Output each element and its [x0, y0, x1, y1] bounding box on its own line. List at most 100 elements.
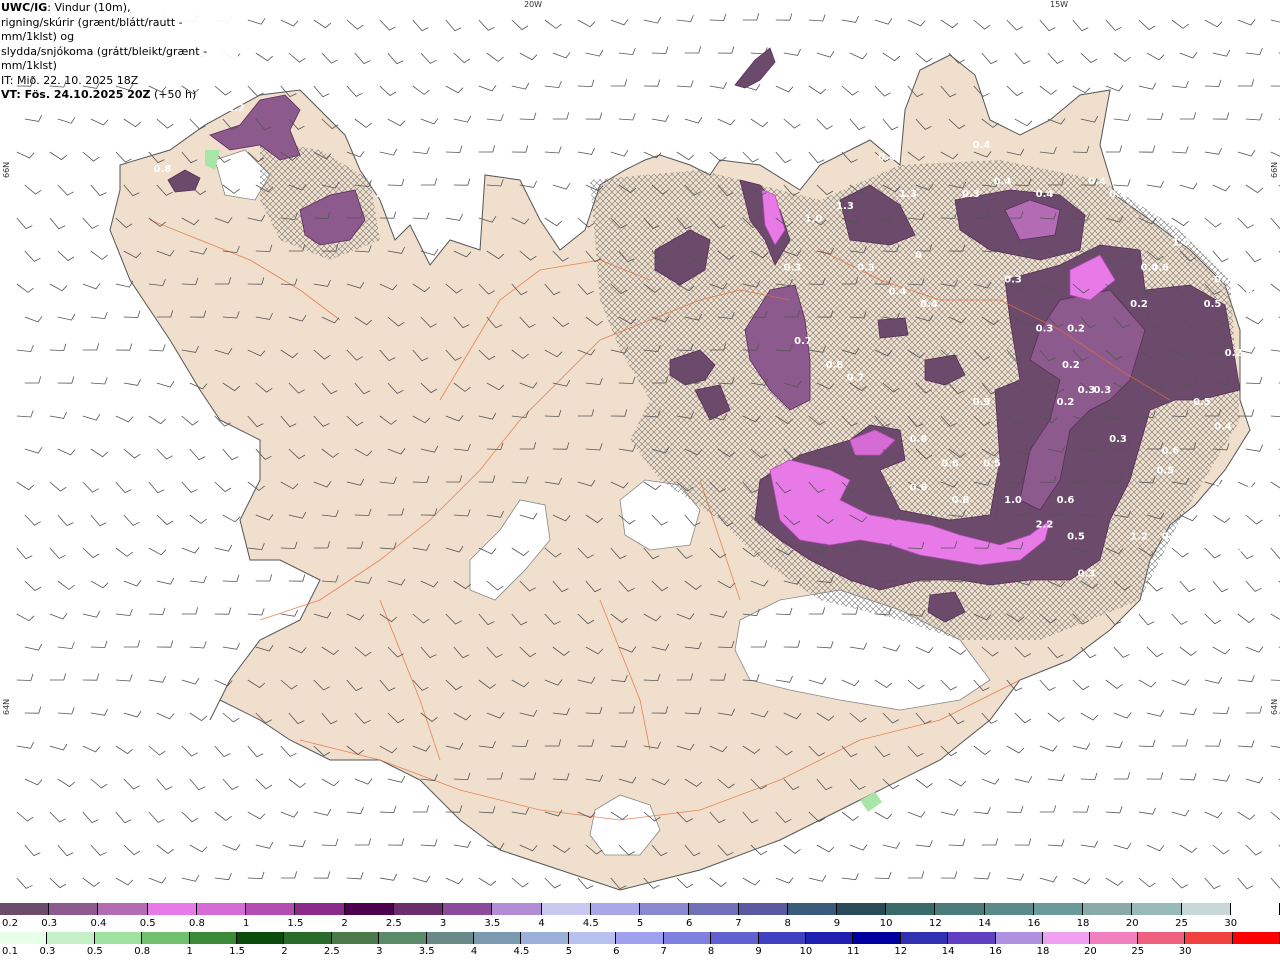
- colorbar-swatch: [640, 903, 690, 915]
- precip-label: 0.3: [1078, 569, 1096, 580]
- colorbar-tick-label: 18: [1076, 918, 1090, 929]
- colorbar-tick-label: 1.5: [229, 946, 245, 957]
- precip-label: 0.3: [1246, 287, 1264, 298]
- colorbar-swatch: [663, 932, 712, 944]
- precip-label: 0.6: [1057, 495, 1075, 506]
- colorbar-tick-label: 3: [439, 918, 447, 929]
- colorbar-tick-label: 7: [660, 946, 667, 957]
- colorbar-swatch: [284, 932, 332, 944]
- colorbar-tick-label: 5: [636, 918, 644, 929]
- colorbar-tick-label: 1.5: [287, 918, 304, 929]
- colorbar-swatch: [443, 903, 493, 915]
- colorbar-tick-label: 10: [799, 946, 813, 957]
- precip-label: 2.4: [259, 66, 277, 77]
- grid-label-64n-left: 64N: [2, 698, 11, 715]
- colorbar-swatch: [521, 932, 569, 944]
- precip-label: 0.4: [973, 140, 991, 151]
- precip-label: 0.7: [1214, 275, 1232, 286]
- colorbar-swatch: [0, 932, 48, 944]
- colorbar-tick-label: 9: [755, 946, 762, 957]
- precip-label: 1.3: [899, 189, 917, 200]
- precip-label: 0.4: [994, 177, 1012, 188]
- colorbar-tick-label: 2.5: [385, 918, 402, 929]
- colorbar-tick-label: 0.3: [39, 946, 56, 957]
- colorbar-rain: [0, 932, 1280, 944]
- colorbar-tick-label: 6: [686, 918, 693, 929]
- precip-label: 0.8: [826, 360, 844, 371]
- header-line2: rigning/skúrir (grænt/blátt/rautt - mm/1…: [1, 15, 183, 44]
- colorbar-swatch: [1042, 932, 1091, 944]
- colorbar-swatch: [805, 932, 854, 944]
- precip-label: 2.2: [227, 103, 245, 114]
- weather-map: 2.42.20.81.00.30.41.30.40.40.40.30.40.80…: [0, 0, 1280, 900]
- grid-label-66n-left: 66N: [2, 161, 11, 178]
- precip-label: 0.3: [1093, 385, 1111, 396]
- colorbar-swatch: [295, 903, 345, 915]
- header-line1: : Vindur (10m),: [47, 1, 131, 14]
- colorbar-tick-label: 0.3: [41, 918, 58, 929]
- colorbar-swatch: [711, 932, 759, 944]
- colorbar-tick-label: 5: [565, 946, 573, 957]
- precip-label: 0.8: [154, 164, 172, 175]
- colorbar-swatch: [1083, 903, 1133, 915]
- colorbar-swatch: [196, 903, 247, 915]
- colorbar-swatch: [836, 903, 887, 915]
- colorbar-swatch: [787, 903, 837, 915]
- colorbar-tick-label: 20: [1083, 946, 1097, 957]
- colorbar-swatch: [1232, 932, 1280, 944]
- precip-label: 1.3: [836, 201, 854, 212]
- colorbar-tick-label: 25: [1131, 946, 1145, 957]
- colorbar-tick-label: 3.5: [484, 918, 501, 929]
- precip-label: 0.4: [889, 287, 907, 298]
- colorbar-swatch: [98, 903, 148, 915]
- colorbar-swatch: [94, 932, 143, 944]
- precip-label: 0.3: [857, 262, 875, 273]
- colorbar-tick-label: 0.8: [134, 946, 151, 957]
- precip-label: 0.2: [1130, 299, 1148, 310]
- precip-label: 0.3: [784, 262, 802, 273]
- valid-time: VT: Fös. 24.10.2025 20Z: [1, 88, 151, 101]
- colorbar-tick-label: 30: [1224, 918, 1238, 929]
- precip-label: 0.7: [794, 336, 812, 347]
- precip-label: 0.5: [983, 458, 1001, 469]
- colorbar-swatch: [853, 932, 901, 944]
- colorbar-swatch: [616, 932, 664, 944]
- colorbar-tick-label: 4: [538, 918, 545, 929]
- precip-label: 0.6: [910, 483, 928, 494]
- precip-label: 0.3: [962, 189, 980, 200]
- colorbar-swatch: [900, 932, 949, 944]
- precip-label: 0.5: [1204, 299, 1222, 310]
- colorbar-swatch: [758, 932, 806, 944]
- colorbar-tick-label: 0.5: [139, 918, 156, 929]
- grid-label-15w: 15W: [1050, 0, 1069, 9]
- colorbar-swatch: [147, 903, 197, 915]
- colorbar-swatch: [1230, 903, 1280, 915]
- colorbar-swatch: [1137, 932, 1186, 944]
- colorbar-swatch: [331, 932, 380, 944]
- colorbar-swatch: [393, 903, 444, 915]
- colorbar-tick-label: 16: [1027, 918, 1041, 929]
- grid-label-64n-right: 64N: [1270, 698, 1279, 715]
- grid-label-66n-right: 66N: [1270, 161, 1279, 178]
- colorbar-tick-label: 16: [989, 946, 1002, 957]
- colorbar-swatch: [984, 903, 1034, 915]
- colorbar-tick-label: 7: [735, 918, 742, 929]
- precip-label: 0.4: [1214, 532, 1232, 543]
- precip-label: 0.4: [1214, 483, 1232, 494]
- colorbar-tick-label: 12: [929, 918, 942, 929]
- colorbar-swatch: [541, 903, 591, 915]
- precip-label: 0.4: [1141, 262, 1159, 273]
- precip-label: 0.2: [1162, 532, 1180, 543]
- colorbar-swatch: [426, 932, 475, 944]
- precip-label: 0.3: [1036, 324, 1054, 335]
- colorbar-tick-label: 14: [941, 946, 955, 957]
- colorbar-swatch: [1181, 903, 1231, 915]
- colorbar-swatch: [246, 903, 296, 915]
- colorbar-tick-label: 8: [707, 946, 715, 957]
- precip-label: 0.2: [1062, 360, 1080, 371]
- colorbar-tick-label: 18: [1036, 946, 1050, 957]
- precip-label: 0.3: [1225, 544, 1243, 555]
- colorbar-swatch: [492, 903, 542, 915]
- colorbar-tick-label: 2: [341, 918, 348, 929]
- colorbar-tick-label: 2.5: [323, 946, 340, 957]
